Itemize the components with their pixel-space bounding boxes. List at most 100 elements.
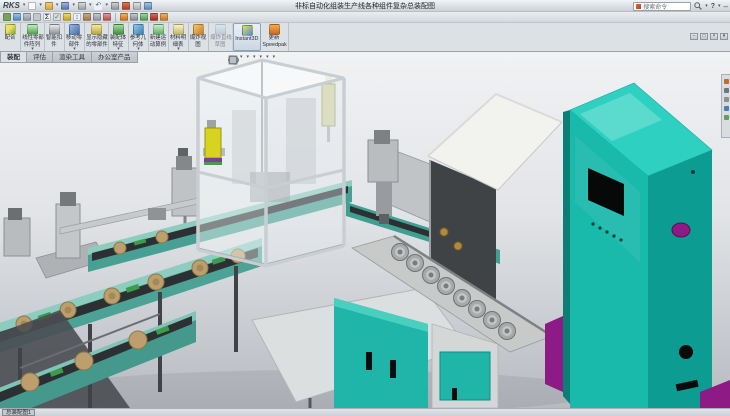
hide-show-items-icon[interactable]: ▾ <box>253 55 256 60</box>
solidworks-resources-icon[interactable] <box>724 79 729 84</box>
standard-toolbar: Σ ✓ ↕ <box>0 12 730 23</box>
photo-icon[interactable] <box>144 2 152 10</box>
spell-check-icon[interactable]: ✓ <box>53 13 61 21</box>
help-button[interactable]: ? <box>711 3 715 10</box>
search-input[interactable]: 搜索命令 <box>633 2 691 11</box>
apply-scene-icon[interactable]: ▾ <box>266 55 269 60</box>
window-minimize-icon[interactable]: – <box>690 33 698 40</box>
new-document-icon[interactable] <box>28 2 36 10</box>
heads-up-view-toolbar: ▾ ▾ ▾ ▾ ▾ ▾ <box>228 55 275 60</box>
photoview-icon[interactable] <box>160 13 168 21</box>
ribbon-button-move-component[interactable]: 移动零 部件 ▾ <box>65 23 85 51</box>
camera-icon[interactable] <box>130 13 138 21</box>
toolbar-separator <box>115 13 116 22</box>
task-pane[interactable] <box>721 74 730 138</box>
warning-icon[interactable] <box>63 13 71 21</box>
save-icon[interactable] <box>61 2 69 10</box>
interference-icon[interactable] <box>103 13 111 21</box>
move-component-icon <box>69 24 80 35</box>
chevron-down-icon: ▾ <box>240 55 243 60</box>
minimize-button[interactable]: – <box>724 2 728 11</box>
arrows-icon[interactable]: ↕ <box>73 13 81 21</box>
ribbon-button-assembly-features[interactable]: 装配体 特征 ▾ <box>109 23 129 51</box>
ribbon-button-show-hidden-components[interactable]: 显示隐藏 的零部件 <box>85 23 109 51</box>
chevron-down-icon[interactable]: ▾ <box>89 3 92 8</box>
tab-evaluate[interactable]: 评估 <box>26 52 52 63</box>
assembly-features-icon <box>113 24 124 35</box>
window-menu-caret-icon[interactable]: ▾ <box>720 33 728 40</box>
tab-office-products[interactable]: 办公室产品 <box>91 52 138 63</box>
document-tab[interactable]: 总装配图1 <box>2 409 35 416</box>
open-icon[interactable] <box>45 2 53 10</box>
motion-manager-icon[interactable] <box>120 13 128 21</box>
display-style-icon[interactable]: ▾ <box>247 55 250 60</box>
ribbon-button-linear-pattern[interactable]: 线性零部 件阵列 ▾ <box>21 23 45 51</box>
show-hidden-components-icon <box>91 24 102 35</box>
search-magnifier-icon[interactable] <box>694 2 702 10</box>
rebuild-icon[interactable] <box>111 2 119 10</box>
web-icon[interactable] <box>13 13 21 21</box>
file-explorer-icon[interactable] <box>724 97 729 102</box>
window-close-icon[interactable]: × <box>710 33 718 40</box>
solidworks-logo[interactable]: RKS <box>3 1 20 10</box>
document-window-controls: – □ × ▾ <box>690 33 728 40</box>
update-speedpak-icon <box>269 24 280 35</box>
titlebar-right-controls: 搜索命令 ▾ ? ▾ – <box>633 0 728 12</box>
exploded-view-icon <box>193 24 204 35</box>
ribbon-button-bill-of-materials[interactable]: 材料明 细表 ▾ <box>169 23 189 51</box>
search-caret-icon[interactable]: ▾ <box>705 4 708 9</box>
command-manager-tabs: 装配 评估 渲染工具 办公室产品 <box>0 52 138 63</box>
new-motion-study-icon <box>153 24 164 35</box>
chevron-down-icon[interactable]: ▾ <box>72 3 75 8</box>
graphics-area[interactable]: ▾ ▾ ▾ ▾ ▾ ▾ <box>0 52 730 408</box>
menu-caret-icon[interactable]: ▾ <box>23 3 26 8</box>
tab-assembly[interactable]: 装配 <box>0 52 26 63</box>
smart-fasteners-icon <box>49 24 60 35</box>
window-restore-icon[interactable]: □ <box>700 33 708 40</box>
ribbon-button-instant3d[interactable]: Instant3D <box>233 23 261 51</box>
display-states-icon[interactable] <box>33 13 41 21</box>
view-palette-icon[interactable] <box>724 106 729 111</box>
view-orientation-icon[interactable]: ▾ <box>240 55 243 60</box>
edit-appearance-icon[interactable]: ▾ <box>260 55 263 60</box>
ribbon-button-mate[interactable]: 配合 <box>1 23 21 51</box>
chevron-down-icon: ▾ <box>247 55 250 60</box>
chevron-down-icon: ▾ <box>273 55 276 60</box>
tab-render-tools[interactable]: 渲染工具 <box>52 52 91 63</box>
appearances-icon[interactable] <box>724 115 729 120</box>
chevron-down-icon: ▾ <box>260 55 263 60</box>
chevron-down-icon[interactable]: ▾ <box>56 3 59 8</box>
mass-properties-icon[interactable] <box>93 13 101 21</box>
search-placeholder: 搜索命令 <box>643 2 667 11</box>
design-library-icon[interactable] <box>724 88 729 93</box>
equations-icon[interactable]: Σ <box>43 13 51 21</box>
chevron-down-icon: ▾ <box>266 55 269 60</box>
ribbon-button-explode-line-sketch[interactable]: 爆炸直线 草图 <box>209 23 233 51</box>
ribbon-button-exploded-view[interactable]: 爆炸视 图 <box>189 23 209 51</box>
instant3d-icon <box>242 25 253 36</box>
no-render-icon[interactable] <box>140 13 148 21</box>
linear-component-pattern-icon <box>27 24 38 35</box>
document-title: 非标自动化组装生产线各种组件复杂总装配图 <box>295 1 435 11</box>
reference-geometry-icon <box>133 24 144 35</box>
options-icon[interactable] <box>122 2 130 10</box>
design-binder-icon[interactable] <box>23 13 31 21</box>
measure-icon[interactable] <box>83 13 91 21</box>
window-icon[interactable] <box>133 2 141 10</box>
help-caret-icon[interactable]: ▾ <box>718 4 721 9</box>
undo-icon[interactable]: ↶ <box>94 2 102 10</box>
ribbon-button-smart-fasteners[interactable]: 智能扣 件 <box>45 23 65 51</box>
select-icon[interactable] <box>3 13 11 21</box>
mate-icon <box>5 24 16 35</box>
print-icon[interactable] <box>78 2 86 10</box>
ribbon-button-reference-geometry[interactable]: 参考几 何体 ▾ <box>129 23 149 51</box>
view-settings-icon[interactable]: ▾ <box>273 55 276 60</box>
chevron-down-icon[interactable]: ▾ <box>39 3 42 8</box>
solidworks-cube-icon <box>636 4 641 9</box>
3d-model-view[interactable] <box>0 52 730 408</box>
ribbon-button-update-speedpak[interactable]: 更新 Speedpak <box>261 23 289 51</box>
status-bar: 总装配图1 <box>0 408 730 416</box>
chevron-down-icon[interactable]: ▾ <box>105 3 108 8</box>
ribbon-button-new-motion-study[interactable]: 新建运 动算例 <box>149 23 169 51</box>
appearance-red-icon[interactable] <box>150 13 158 21</box>
